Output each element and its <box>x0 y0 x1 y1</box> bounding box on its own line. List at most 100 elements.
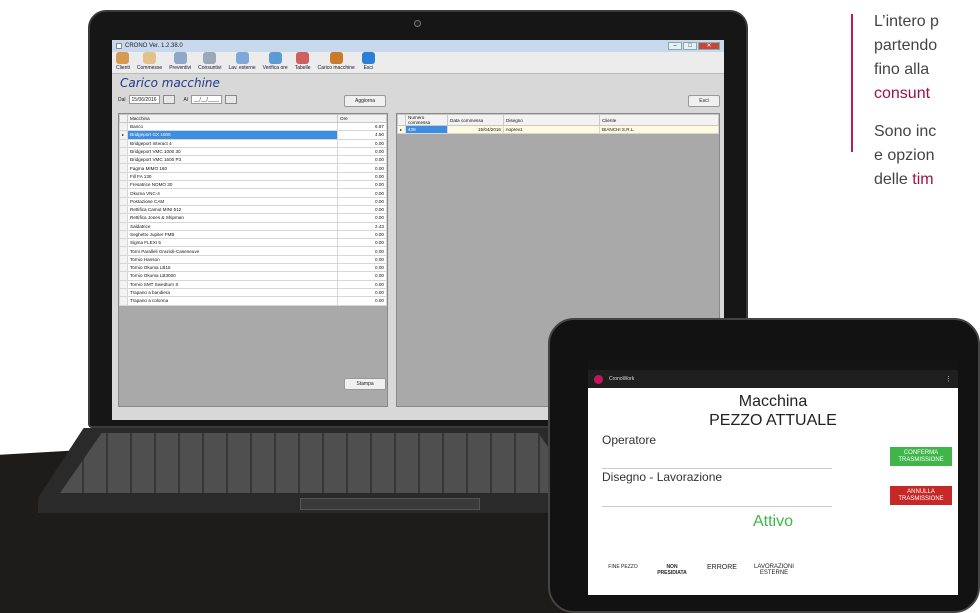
row-selector[interactable] <box>119 196 128 206</box>
toolbar-button-preventivi[interactable]: Preventivi <box>169 52 191 71</box>
cell-macchina[interactable]: Rettifica Jones & Shipman <box>127 213 338 223</box>
table-row[interactable]: Postazione CAM 0.00 <box>119 196 387 206</box>
cell-ore[interactable]: 0.00 <box>337 204 387 215</box>
lavorazioni-esterne-button[interactable]: LAVORAZIONI ESTERNE <box>744 564 804 576</box>
cell-data[interactable]: 15/04/2016 <box>447 124 504 135</box>
column-header-disegno[interactable]: Disegno <box>503 114 600 126</box>
cell-macchina[interactable]: Bridgeport VMC 1000 30 <box>127 146 338 157</box>
table-row[interactable]: Seghetto Jupiter FMB 0.00 <box>119 229 387 240</box>
table-row[interactable]: Bridgeport VMC 1000 30 0.00 <box>119 146 387 157</box>
column-header-cliente[interactable]: Cliente <box>599 114 719 126</box>
row-selector[interactable] <box>119 121 128 132</box>
table-row[interactable]: Trapano a bandiera 0.00 <box>119 287 387 298</box>
row-selector[interactable] <box>119 171 128 182</box>
to-date-input[interactable]: __/__/____ <box>191 95 223 104</box>
table-row[interactable]: Tornio Okuma LB3000 0.00 <box>119 271 387 281</box>
column-header-data[interactable]: Data commessa <box>447 114 504 126</box>
table-row[interactable]: Tornio Hanson 0.00 <box>119 254 387 265</box>
cell-ore[interactable]: 0.00 <box>337 254 387 265</box>
row-selector[interactable] <box>119 263 128 273</box>
cell-macchina[interactable]: Saldatrice <box>127 221 338 231</box>
cell-macchina[interactable]: Tornio Hanson <box>127 254 338 265</box>
row-selector[interactable] <box>119 254 128 265</box>
to-date-picker-button[interactable] <box>225 95 238 104</box>
table-row[interactable]: ▸ 439 15/04/2016 noprev1 BIANCHI S.R.L. <box>397 124 719 135</box>
cell-macchina[interactable]: Trapano a bandiera <box>127 287 338 298</box>
row-selector[interactable] <box>119 188 128 198</box>
row-selector[interactable] <box>119 296 128 306</box>
toolbar-button-verifica-ore[interactable]: Verifica ore <box>263 52 288 71</box>
cell-ore[interactable]: 0.00 <box>337 188 387 198</box>
table-row[interactable]: Fill FA 130 0.00 <box>119 171 387 182</box>
table-row[interactable]: Tornio Okuma LB15 0.00 <box>119 263 387 273</box>
table-row[interactable]: ▸ Bridgeport GX 1600 4.50 <box>119 130 387 140</box>
table-row[interactable]: Tornio SMT Swedturn S 0.00 <box>119 279 387 289</box>
cell-macchina[interactable]: Fagma MIMO 160 <box>127 163 338 173</box>
table-row[interactable]: Rettifica Camut MINI 512 0.00 <box>119 204 387 215</box>
cell-macchina[interactable]: Torni Paralleli Grazioli-Caseneuve <box>127 246 338 256</box>
toolbar-button-esci[interactable]: Esci <box>361 52 375 71</box>
cell-macchina[interactable]: Banco <box>127 121 338 132</box>
cell-ore[interactable]: 6.87 <box>337 121 387 132</box>
stampa-button[interactable]: Stampa <box>344 378 386 390</box>
row-selector[interactable] <box>119 213 128 223</box>
toolbar-button-commesse[interactable]: Commesse <box>137 52 162 71</box>
cell-macchina[interactable]: Tornio SMT Swedturn S <box>127 279 338 289</box>
cell-macchina[interactable]: Trapano a colonna <box>127 296 338 306</box>
minimize-button[interactable]: – <box>668 42 682 50</box>
conferma-trasmissione-button[interactable]: CONFERMA TRASMISSIONE <box>890 447 952 466</box>
row-selector[interactable] <box>119 238 128 248</box>
maximize-button[interactable]: □ <box>683 42 697 50</box>
cell-macchina[interactable]: Bridgeport GX 1600 <box>127 130 338 140</box>
column-header-ore[interactable]: Ore <box>337 114 387 123</box>
table-row[interactable]: Sigma FLEXI 5 0.00 <box>119 238 387 248</box>
row-selector[interactable] <box>119 180 128 190</box>
cell-ore[interactable]: 0.00 <box>337 180 387 190</box>
cell-cliente[interactable]: BIANCHI S.R.L. <box>599 124 719 135</box>
table-row[interactable]: Trapano a colonna 0.00 <box>119 296 387 306</box>
row-selector[interactable] <box>119 163 128 173</box>
table-row[interactable]: Fagma MIMO 160 0.00 <box>119 163 387 173</box>
close-button[interactable]: ✕ <box>698 42 720 50</box>
cell-macchina[interactable]: Rettifica Camut MINI 512 <box>127 204 338 215</box>
aggiorna-button[interactable]: Aggiorna <box>344 95 386 107</box>
column-header-numero[interactable]: Numero commessa <box>405 114 448 126</box>
cell-numero[interactable]: 439 <box>405 124 448 135</box>
cell-macchina[interactable]: Fresatrice NOMO 30 <box>127 180 338 190</box>
cell-macchina[interactable]: Bridgeport VMC 1500 P3 <box>127 155 338 165</box>
cell-macchina[interactable]: Tornio Okuma LB3000 <box>127 271 338 281</box>
row-selector[interactable]: ▸ <box>397 124 406 135</box>
non-presidiata-button[interactable]: NON PRESIDIATA <box>654 564 690 576</box>
cell-macchina[interactable]: Tornio Okuma LB15 <box>127 263 338 273</box>
cell-ore[interactable]: 0.00 <box>337 279 387 289</box>
row-selector[interactable] <box>119 279 128 289</box>
row-selector[interactable]: ▸ <box>119 130 128 140</box>
table-row[interactable]: Fresatrice NOMO 30 0.00 <box>119 180 387 190</box>
overflow-menu-icon[interactable]: ⋮ <box>945 375 952 383</box>
annulla-trasmissione-button[interactable]: ANNULLA TRASMISSIONE <box>890 486 952 505</box>
cell-ore[interactable]: 2.43 <box>337 221 387 231</box>
toolbar-button-carico-macchine[interactable]: Carico macchine <box>318 52 355 71</box>
cell-ore[interactable]: 0.00 <box>337 229 387 240</box>
cell-ore[interactable]: 0.00 <box>337 238 387 248</box>
fine-pezzo-button[interactable]: FINE PEZZO <box>608 564 638 570</box>
cell-macchina[interactable]: Sigma FLEXI 5 <box>127 238 338 248</box>
row-selector[interactable] <box>119 287 128 298</box>
toolbar-button-clienti[interactable]: Clienti <box>116 52 130 71</box>
toolbar-button-tabelle[interactable]: Tabelle <box>295 52 311 71</box>
cell-ore[interactable]: 0.00 <box>337 271 387 281</box>
errore-button[interactable]: ERRORE <box>702 564 742 571</box>
cell-ore[interactable]: 0.00 <box>337 138 387 148</box>
cell-macchina[interactable]: Fill FA 130 <box>127 171 338 182</box>
cell-ore[interactable]: 0.00 <box>337 263 387 273</box>
cell-ore[interactable]: 4.50 <box>337 130 387 140</box>
row-selector[interactable] <box>119 221 128 231</box>
table-row[interactable]: Torni Paralleli Grazioli-Caseneuve 0.00 <box>119 246 387 256</box>
cell-macchina[interactable]: Bridgeport Interact 4 <box>127 138 338 148</box>
toolbar-button-lav-esterne[interactable]: Lav. esterne <box>229 52 256 71</box>
toolbar-button-consuntivi[interactable]: Consuntivi <box>198 52 222 71</box>
table-row[interactable]: Bridgeport Interact 4 0.00 <box>119 138 387 148</box>
esci-button[interactable]: Esci <box>688 95 720 107</box>
column-header-macchina[interactable]: Macchina <box>127 114 338 123</box>
row-selector[interactable] <box>119 246 128 256</box>
